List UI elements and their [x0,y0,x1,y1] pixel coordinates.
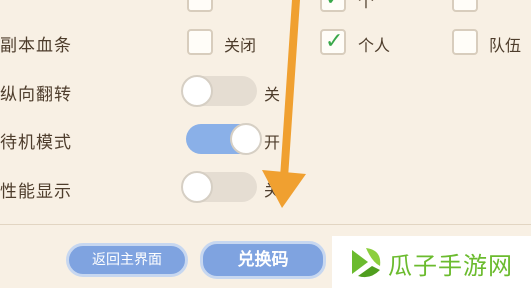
hp-bar-team-checkbox[interactable] [452,29,478,55]
vertical-flip-state: 关 [264,85,281,104]
back-to-main-button[interactable]: 返回主界面 [66,243,188,277]
toggle-knob [181,75,213,107]
check-icon: ✓ [325,29,344,54]
toggle-knob [230,123,262,155]
standby-mode-label: 待机模式 [0,133,72,153]
settings-panel: ✓ 个 副本血条 关闭 ✓ 个人 队伍 纵向翻转 关 待机模式 开 性能显示 关… [0,0,531,288]
top-row-checkbox-2[interactable]: ✓ [320,0,346,12]
hp-bar-team-label: 队伍 [489,36,522,55]
performance-display-toggle[interactable] [181,171,257,203]
divider [0,224,531,225]
dungeon-hp-bar-label: 副本血条 [0,36,72,56]
standby-mode-state: 开 [264,133,281,152]
vertical-flip-toggle[interactable] [181,75,257,107]
redeem-code-button[interactable]: 兑换码 [200,241,326,279]
watermark-text: 瓜子手游网 [388,252,513,280]
standby-mode-toggle[interactable] [186,123,262,155]
guazi-logo-icon [352,248,381,278]
hp-bar-personal-label: 个人 [358,36,391,55]
top-row-option-label: 个 [358,0,375,11]
check-icon: ✓ [325,0,343,12]
vertical-flip-label: 纵向翻转 [0,85,72,105]
watermark-badge: 瓜子手游网 [332,236,531,288]
top-row-checkbox-3[interactable] [452,0,478,12]
performance-display-label: 性能显示 [0,182,72,202]
top-row-label-fragment [0,0,70,3]
toggle-knob [181,171,213,203]
top-row-checkbox-1[interactable] [187,0,213,12]
hp-bar-off-checkbox[interactable] [187,29,213,55]
hp-bar-off-label: 关闭 [224,36,257,55]
hp-bar-personal-checkbox[interactable]: ✓ [320,29,346,55]
performance-display-state: 关 [264,181,281,200]
